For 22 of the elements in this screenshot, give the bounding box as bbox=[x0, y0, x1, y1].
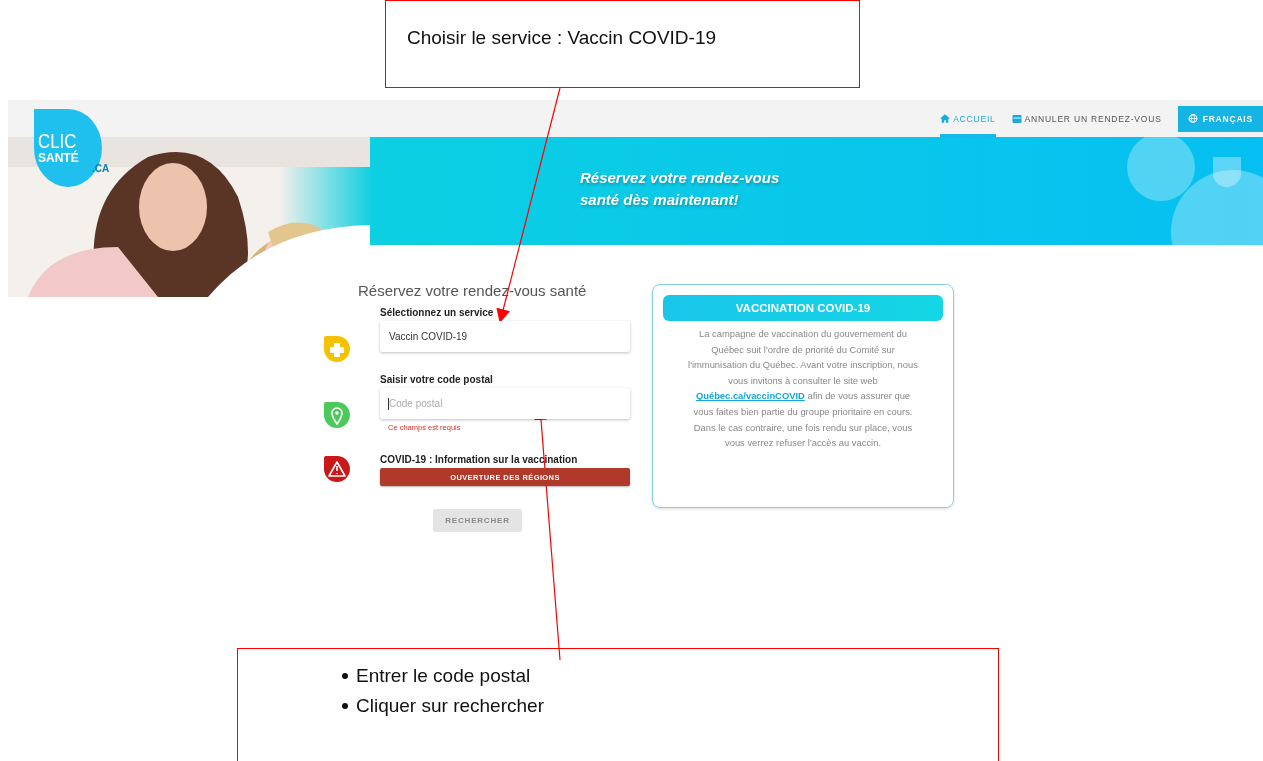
globe-icon bbox=[1187, 114, 1198, 123]
language-button[interactable]: FRANÇAIS bbox=[1177, 105, 1263, 132]
input-field[interactable]: Vaccin COVID-19 bbox=[380, 321, 630, 352]
callout-text: Choisir le service : Vaccin COVID-19 bbox=[407, 27, 717, 48]
location-pin-icon bbox=[322, 400, 352, 430]
plus-icon bbox=[322, 334, 352, 364]
callout-text: Cliquer sur rechercher bbox=[356, 695, 544, 717]
calendar-icon bbox=[1011, 114, 1022, 123]
input-field[interactable]: Code postal bbox=[380, 388, 630, 419]
vaccine-link[interactable]: Québec.ca/vaccinCOVID bbox=[695, 390, 805, 402]
home-icon bbox=[940, 114, 951, 123]
warning-icon bbox=[322, 454, 352, 484]
field-label: Sélectionnez un service bbox=[380, 307, 495, 318]
nav-link[interactable]: ANNULER UN RENDEZ-VOUS bbox=[1011, 100, 1162, 137]
banner-slogan: Réservez votre rendez-vous bbox=[580, 168, 780, 186]
callout-text: Entrer le code postal bbox=[356, 665, 531, 687]
bullet-icon bbox=[342, 673, 348, 679]
field-label: Saisir votre code postal bbox=[380, 374, 494, 385]
banner-slogan: santé dès maintenant! bbox=[580, 190, 740, 208]
bullet-icon bbox=[342, 703, 348, 709]
card-header: VACCINATION COVID-19 bbox=[663, 295, 943, 321]
info-paragraph: La campagne de vaccination du gouvernement du Québec suit l'ordre de priorité du Comité sur l'immunisation du Québec. Avant votre inscription, nous vous invitons à consulter le site web Québec.ca/vaccinCOVID afin de vous assurer que vous faites bien partie du groupe prioritaire en cours. Dans le cas contraire, une fois rendu sur place, vous vous verrez refuser l'accès au vaccin. bbox=[687, 327, 919, 451]
